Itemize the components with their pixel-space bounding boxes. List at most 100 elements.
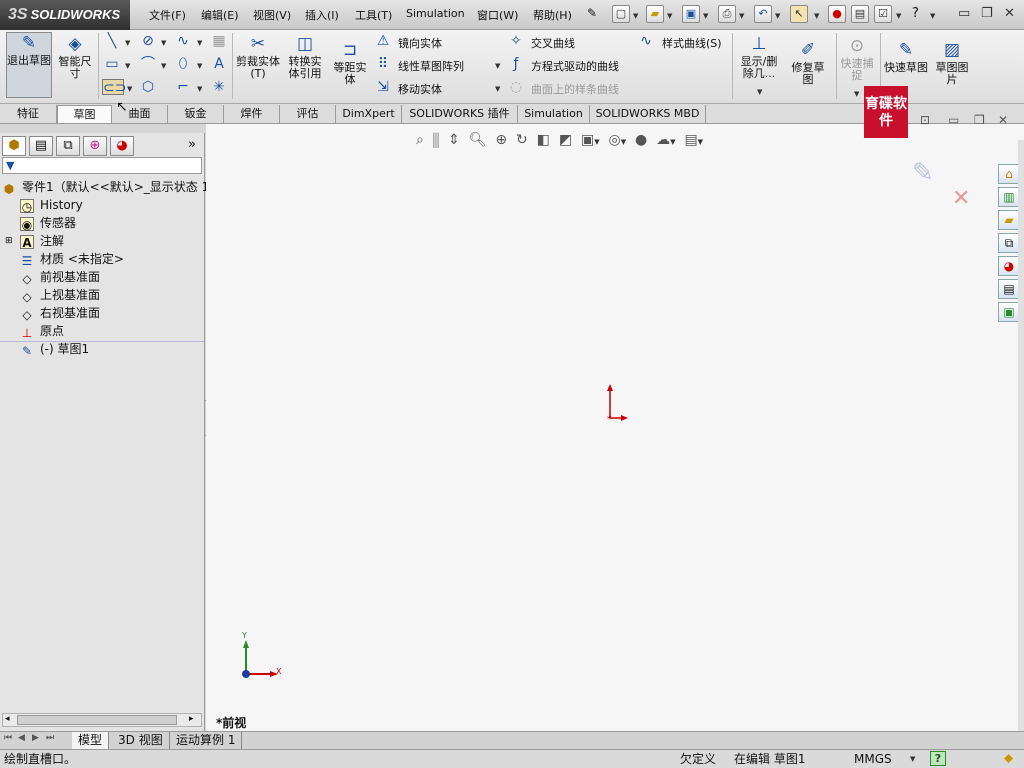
- circle-dropdown-icon[interactable]: ▼: [161, 39, 166, 47]
- fillet-icon[interactable]: ⌐: [174, 79, 192, 95]
- tab-motion-study[interactable]: 运动算例 1: [170, 732, 243, 749]
- slot-icon[interactable]: ⊂⊃: [102, 79, 126, 96]
- save-dropdown-icon[interactable]: ▼: [703, 12, 708, 20]
- tree-filter-input[interactable]: ▼: [2, 157, 202, 174]
- mirror-entities-button[interactable]: 镜向实体: [398, 35, 442, 51]
- menu-view[interactable]: 视图(V): [253, 7, 291, 23]
- view-orientation-icon[interactable]: ◩: [559, 132, 572, 148]
- sketch-picture-button[interactable]: ▨ 草图图片: [932, 40, 972, 86]
- edit-appearance-icon[interactable]: ●: [635, 132, 647, 148]
- exit-sketch-corner-icon[interactable]: ✎: [912, 158, 934, 188]
- file-properties-icon[interactable]: ▤: [851, 5, 869, 23]
- menu-edit[interactable]: 编辑(E): [201, 7, 239, 23]
- close-icon[interactable]: ✕: [1004, 6, 1015, 21]
- polygon-icon[interactable]: ⬡: [139, 79, 157, 95]
- tab-scroll-first-icon[interactable]: ⏮: [4, 733, 12, 743]
- tree-item-top-plane[interactable]: ◇ 上视基准面: [20, 286, 100, 304]
- curve-on-surface-button[interactable]: 曲面上的样条曲线: [531, 81, 619, 97]
- new-file-icon[interactable]: ▢: [612, 5, 630, 23]
- exit-sketch-button[interactable]: ✎ 退出草图: [6, 32, 52, 98]
- line-icon[interactable]: ╲: [103, 33, 121, 49]
- scroll-left-icon[interactable]: ◂: [5, 714, 10, 724]
- rectangle-dropdown-icon[interactable]: ▼: [125, 62, 130, 70]
- rotate-icon[interactable]: ↻: [516, 132, 528, 148]
- tree-item-annotations[interactable]: A 注解: [20, 232, 64, 250]
- tree-item-sensors[interactable]: ◉ 传感器: [20, 214, 76, 232]
- menu-file[interactable]: 文件(F): [149, 7, 186, 23]
- relations-dropdown-icon[interactable]: ▼: [757, 88, 762, 96]
- point-icon[interactable]: ✳: [210, 79, 228, 95]
- tab-features[interactable]: 特征: [0, 105, 57, 123]
- slot-dropdown-icon[interactable]: ▼: [127, 85, 132, 93]
- options-icon[interactable]: ☑: [874, 5, 892, 23]
- move-entities-button[interactable]: 移动实体: [398, 81, 442, 97]
- cancel-sketch-corner-icon[interactable]: ✕: [952, 186, 970, 211]
- scroll-right-icon[interactable]: ▸: [189, 714, 194, 724]
- dimxpert-manager-tab-icon[interactable]: ⊕: [83, 136, 107, 156]
- doc-restore-icon[interactable]: ❐: [974, 113, 985, 127]
- tab-weldments[interactable]: 焊件: [224, 105, 280, 123]
- tab-addins[interactable]: SOLIDWORKS 插件: [402, 105, 518, 123]
- tree-item-right-plane[interactable]: ◇ 右视基准面: [20, 304, 100, 322]
- view-settings-icon[interactable]: ▤: [684, 132, 697, 148]
- tab-evaluate[interactable]: 评估: [280, 105, 336, 123]
- menu-insert[interactable]: 插入(I): [305, 7, 339, 23]
- doc-minimize-icon[interactable]: ▭: [948, 113, 959, 127]
- zoom-to-fit-icon[interactable]: ⌕: [416, 132, 424, 148]
- text-icon[interactable]: A: [210, 56, 228, 72]
- select-dropdown-icon[interactable]: ▼: [814, 12, 819, 20]
- minimize-icon[interactable]: ▭: [958, 6, 970, 21]
- dynamic-annotation-icon[interactable]: ◧: [537, 132, 550, 148]
- rebuild-icon[interactable]: ●: [828, 5, 846, 23]
- tab-dimxpert[interactable]: DimXpert: [336, 105, 402, 123]
- snap-dropdown-icon[interactable]: ▼: [854, 90, 859, 98]
- grid-icon[interactable]: ▦: [210, 33, 228, 49]
- tab-scroll-prev-icon[interactable]: ◀: [18, 733, 25, 743]
- style-spline-button[interactable]: 样式曲线(S): [662, 35, 722, 51]
- vertical-scrollbar[interactable]: [1018, 140, 1024, 734]
- configuration-manager-tab-icon[interactable]: ⧉: [56, 136, 80, 156]
- repair-sketch-button[interactable]: ✐ 修复草图: [788, 40, 828, 86]
- feature-manager-tab-icon[interactable]: ⬢: [2, 136, 26, 156]
- tab-mbd[interactable]: SOLIDWORKS MBD: [590, 105, 706, 123]
- help-icon[interactable]: ?: [912, 6, 919, 21]
- tab-simulation[interactable]: Simulation: [518, 105, 590, 123]
- units-dropdown-icon[interactable]: ▼: [910, 750, 915, 768]
- property-manager-tab-icon[interactable]: ▤: [29, 136, 53, 156]
- spline-icon[interactable]: ∿: [174, 33, 192, 49]
- zoom-in-out-icon[interactable]: ⊕: [495, 132, 507, 148]
- menu-simulation[interactable]: Simulation: [406, 7, 465, 20]
- arc-icon[interactable]: ⌒: [139, 56, 157, 72]
- pattern-dropdown-icon[interactable]: ▼: [495, 62, 500, 70]
- style-spline-icon[interactable]: ∿: [637, 33, 655, 49]
- save-icon[interactable]: ▣: [682, 5, 700, 23]
- intersection-curve-button[interactable]: 交叉曲线: [531, 35, 575, 51]
- move-dropdown-icon[interactable]: ▼: [495, 85, 500, 93]
- section-view-icon[interactable]: ⫼: [433, 132, 439, 148]
- offset-entities-button[interactable]: ⊐ 等距实体: [330, 40, 370, 86]
- apply-scene-icon[interactable]: ☁: [656, 132, 670, 148]
- status-tag-icon[interactable]: ⬥: [1004, 750, 1013, 768]
- intersection-curve-icon[interactable]: ✧: [507, 33, 525, 49]
- new-dropdown-icon[interactable]: ▼: [633, 12, 638, 20]
- arc-dropdown-icon[interactable]: ▼: [161, 62, 166, 70]
- convert-entities-button[interactable]: ◫ 转换实体引用: [284, 34, 326, 80]
- restore-icon[interactable]: ❐: [981, 6, 993, 21]
- menu-help[interactable]: 帮助(H): [533, 7, 572, 23]
- tree-item-origin[interactable]: ⊥ 原点: [20, 322, 64, 340]
- mirror-icon[interactable]: ⚠: [374, 33, 392, 49]
- zoom-area-icon[interactable]: 🔍︎: [469, 132, 487, 148]
- display-delete-relations-button[interactable]: ⊥ 显示/删除几...: [736, 34, 782, 80]
- pin-icon[interactable]: ✎: [587, 6, 597, 20]
- tab-model[interactable]: 模型: [72, 732, 110, 749]
- tab-scroll-next-icon[interactable]: ▶: [32, 733, 39, 743]
- undo-dropdown-icon[interactable]: ▼: [775, 12, 780, 20]
- help-dropdown-icon[interactable]: ▼: [930, 12, 935, 20]
- tree-item-material[interactable]: ☰ 材质 <未指定>: [20, 250, 124, 268]
- smart-dimension-button[interactable]: ◈ 智能尺寸: [54, 34, 96, 80]
- undo-icon[interactable]: ↶: [754, 5, 772, 23]
- display-manager-tab-icon[interactable]: ◕: [110, 136, 134, 156]
- tree-item-sketch1[interactable]: ✎ (-) 草图1: [20, 340, 89, 358]
- solidworks-logo[interactable]: 3S SOLIDWORKS: [0, 0, 130, 30]
- design-library-icon[interactable]: ▥: [998, 187, 1020, 207]
